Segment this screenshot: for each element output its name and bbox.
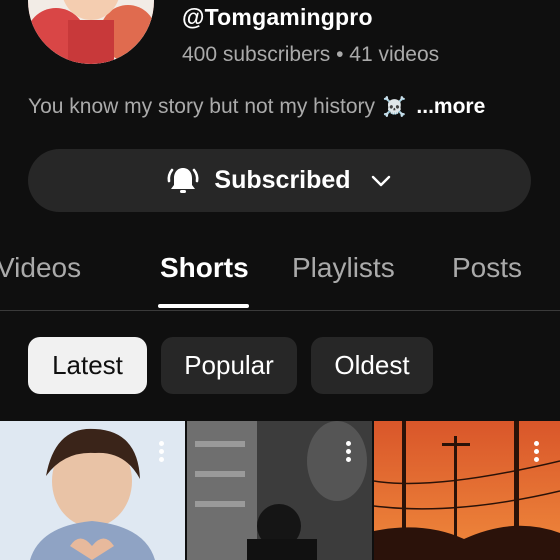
description-text: You know my story but not my history xyxy=(28,95,376,118)
filter-oldest[interactable]: Oldest xyxy=(311,337,433,394)
filter-popular[interactable]: Popular xyxy=(161,337,297,394)
tab-playlists[interactable]: Playlists xyxy=(292,252,395,284)
more-vert-icon[interactable] xyxy=(346,441,352,465)
skull-emoji: ☠️ xyxy=(382,97,407,118)
short-thumbnail-1[interactable] xyxy=(0,421,185,560)
more-vert-icon[interactable] xyxy=(534,441,540,465)
channel-tabs: Videos Shorts Playlists Posts xyxy=(0,240,560,311)
more-vert-icon[interactable] xyxy=(159,441,165,465)
tab-videos[interactable]: Videos xyxy=(0,252,81,284)
tab-shorts[interactable]: Shorts xyxy=(160,252,249,284)
bell-ring-icon xyxy=(167,167,199,193)
short-thumbnail-3[interactable] xyxy=(374,421,560,560)
channel-stats: 400 subscribers • 41 videos xyxy=(182,43,440,66)
chevron-down-icon xyxy=(371,175,390,186)
channel-handle: @Tomgamingpro xyxy=(182,4,373,30)
short-thumbnail-2[interactable] xyxy=(187,421,372,560)
shorts-grid xyxy=(0,421,560,560)
filter-latest[interactable]: Latest xyxy=(28,337,147,394)
subscribed-label: Subscribed xyxy=(214,166,351,194)
active-tab-indicator xyxy=(158,304,249,308)
tab-posts[interactable]: Posts xyxy=(452,252,522,284)
channel-description[interactable]: You know my story but not my history ☠️ … xyxy=(28,95,485,119)
more-link[interactable]: ...more xyxy=(416,95,485,118)
channel-avatar[interactable] xyxy=(28,0,154,64)
subscribed-button[interactable]: Subscribed xyxy=(28,149,531,212)
